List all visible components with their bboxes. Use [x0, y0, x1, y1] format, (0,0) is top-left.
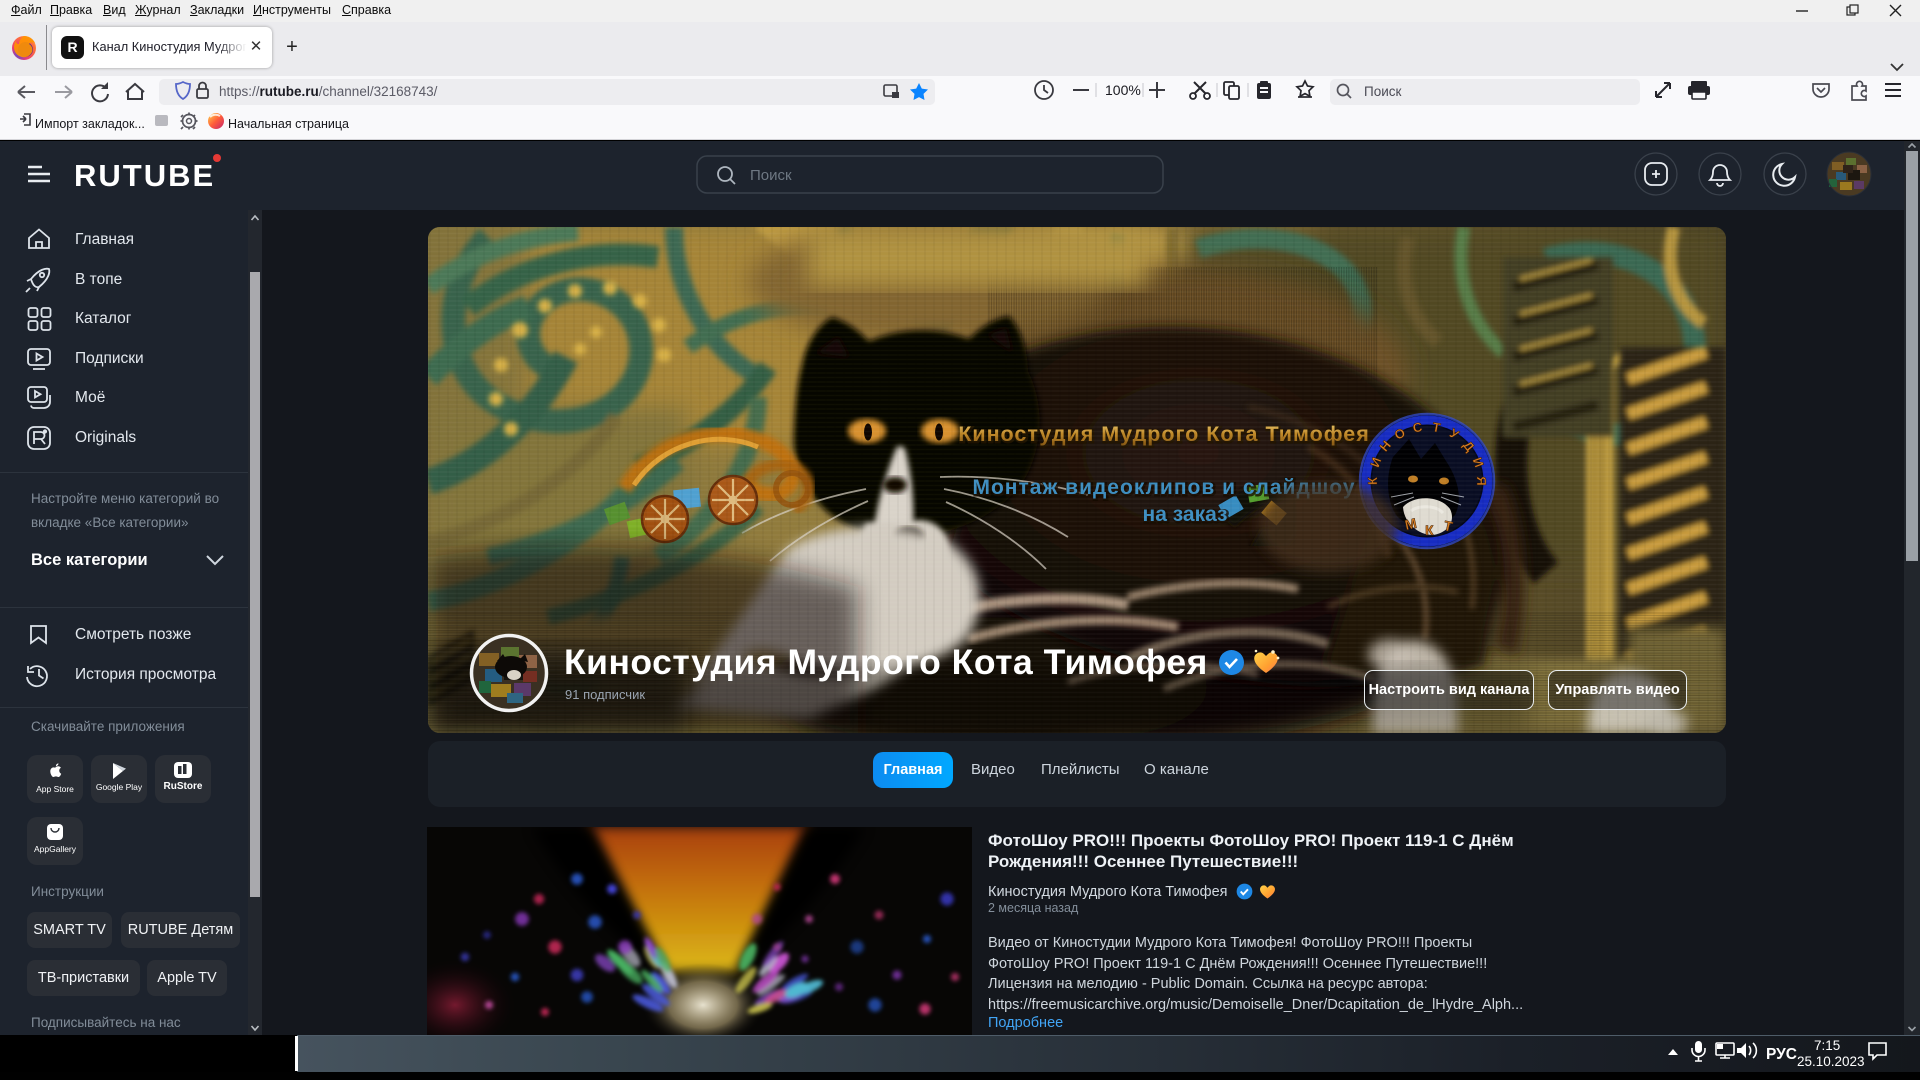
svg-text:Поиск: Поиск [750, 167, 792, 184]
svg-text:7:15: 7:15 [1814, 1038, 1840, 1053]
svg-text:RUTUBE: RUTUBE [74, 158, 215, 193]
svg-text:100%: 100% [1105, 82, 1141, 98]
svg-text:25.10.2023: 25.10.2023 [1797, 1054, 1865, 1069]
svg-text:РУС: РУС [1766, 1046, 1797, 1063]
